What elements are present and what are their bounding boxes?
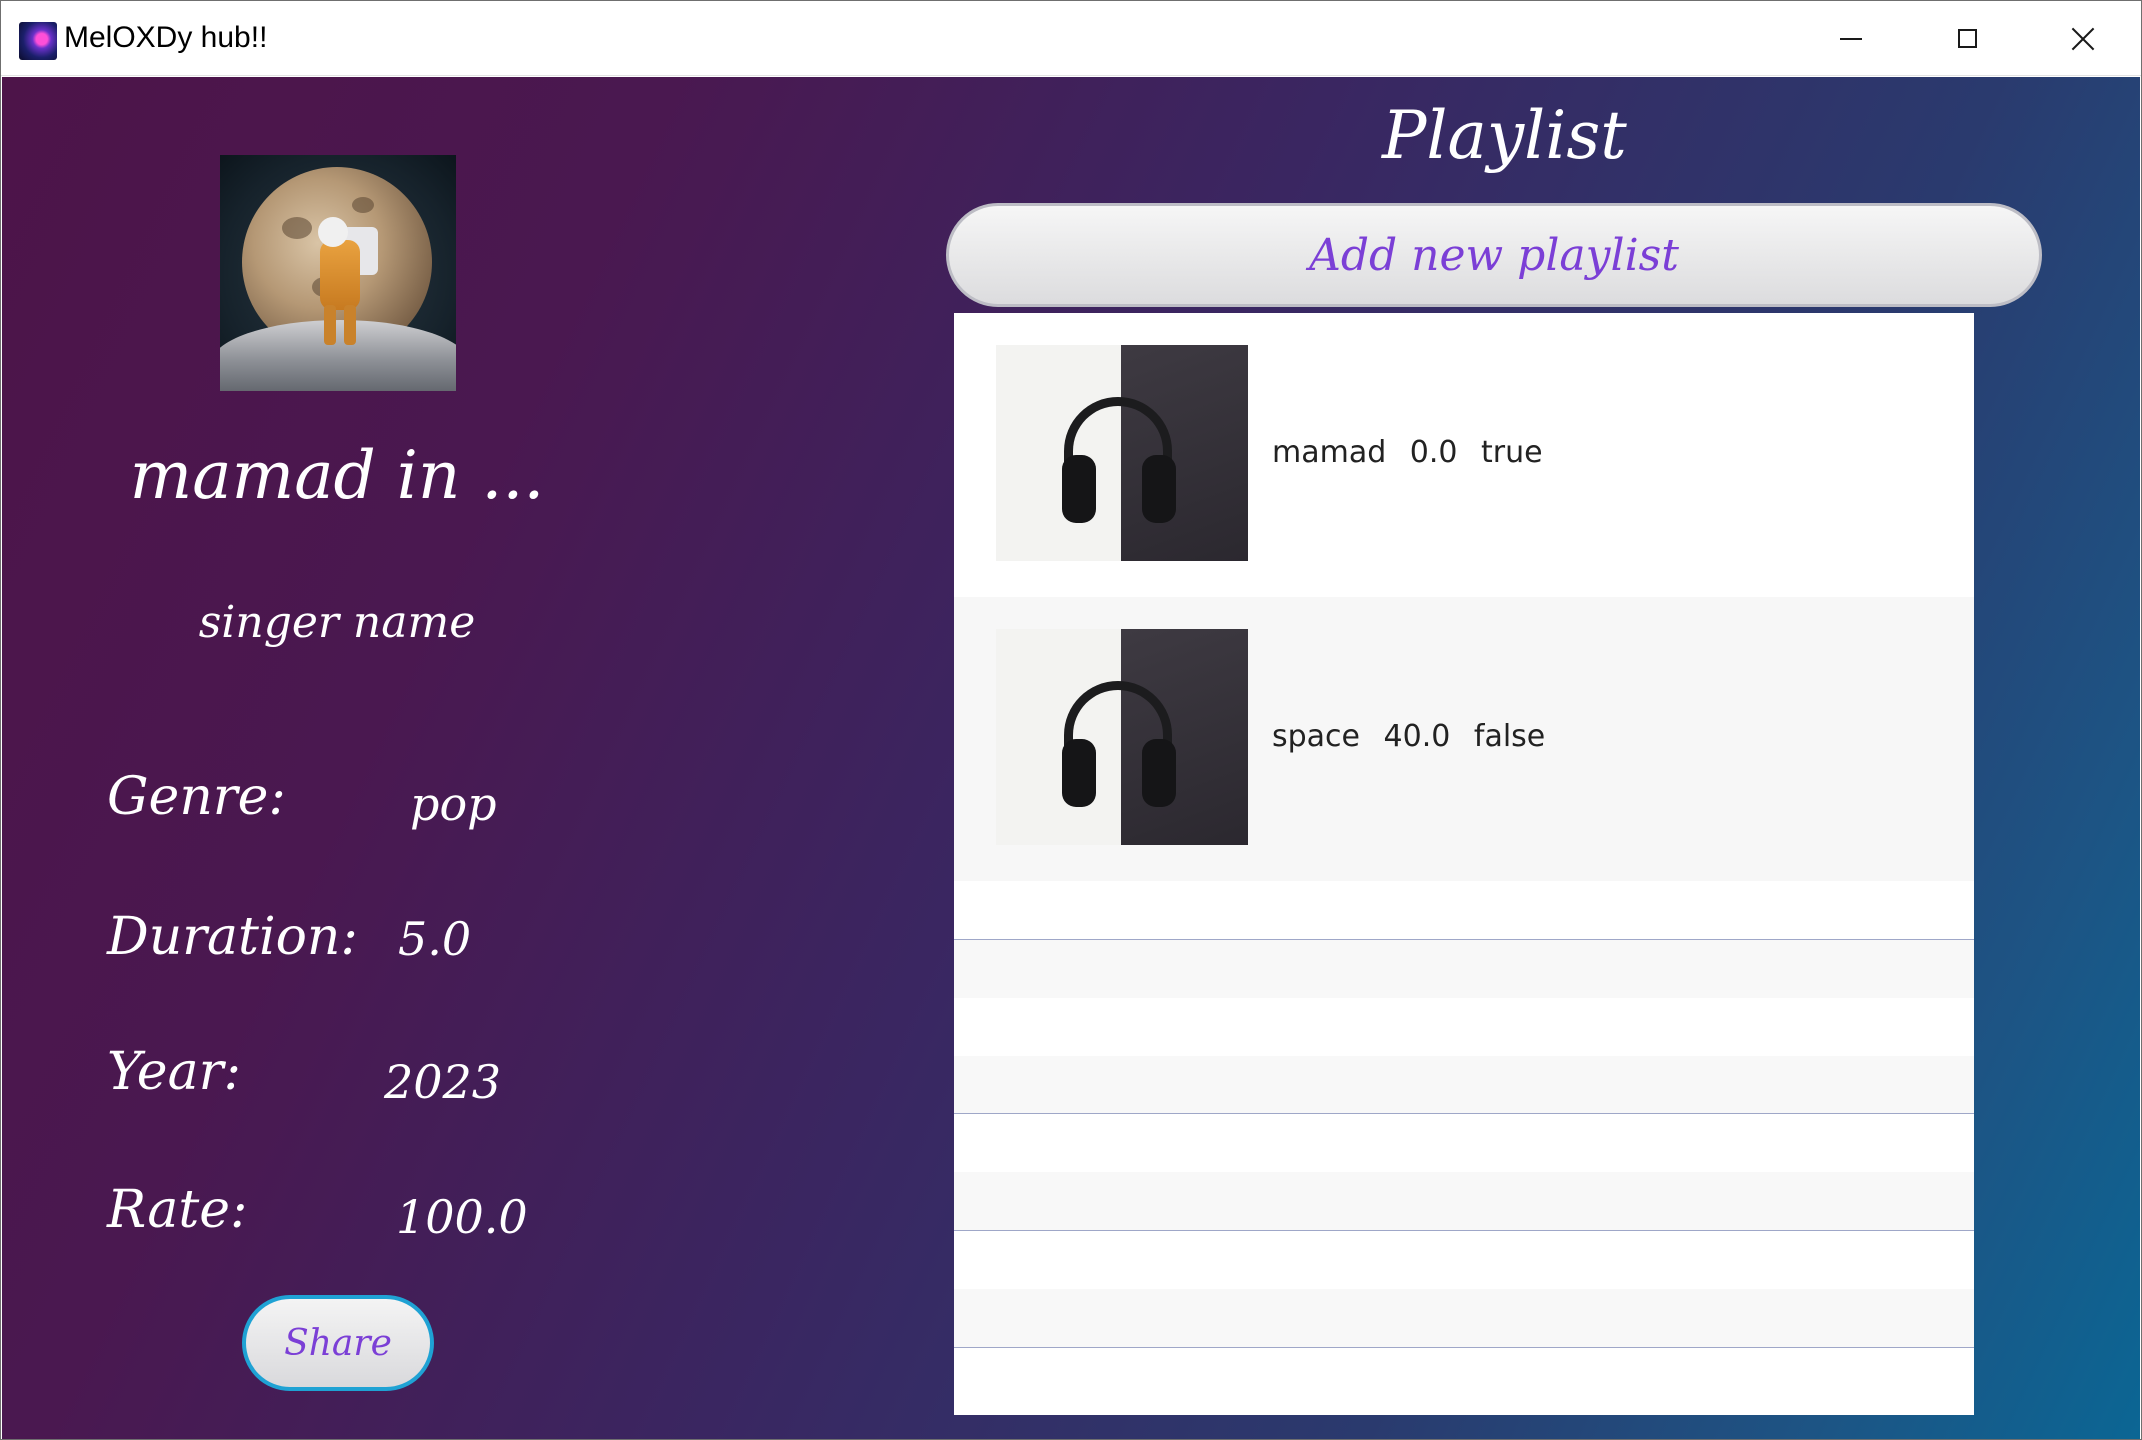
app-logo-icon <box>19 22 57 60</box>
headphone-cup-shape <box>1142 739 1176 807</box>
playlist-item[interactable]: mamad 0.0 true <box>954 313 1974 597</box>
headphone-cup-shape <box>1062 739 1096 807</box>
crater-shape <box>282 217 312 239</box>
rate-label: Rate: <box>107 1180 248 1240</box>
title-bar: MelOXDy hub!! <box>1 1 2141 76</box>
row-separator <box>954 1347 1974 1348</box>
empty-list-row <box>954 1231 1974 1289</box>
minimize-icon <box>1840 37 1862 40</box>
playlist-item[interactable]: space 40.0 false <box>954 597 1974 881</box>
year-label: Year: <box>107 1042 241 1102</box>
singer-name: singer name <box>198 597 476 648</box>
empty-list-row <box>954 940 1974 998</box>
minimize-button[interactable] <box>1793 1 1909 76</box>
empty-list-row <box>954 998 1974 1056</box>
empty-list-row <box>954 1172 1974 1230</box>
astronaut-leg <box>344 305 356 345</box>
playlist-list[interactable]: mamad 0.0 true space 40.0 false <box>954 313 1974 1415</box>
astronaut-leg <box>324 305 336 345</box>
rate-value: 100.0 <box>396 1190 528 1244</box>
song-title: mamad in ... <box>129 437 545 514</box>
astronaut-helmet <box>318 217 348 247</box>
genre-label: Genre: <box>107 767 286 827</box>
song-cover-art <box>220 155 456 391</box>
share-button[interactable]: Share <box>242 1295 434 1391</box>
duration-label: Duration: <box>107 907 358 967</box>
empty-list-row <box>954 1289 1974 1347</box>
playlist-item-text: space 40.0 false <box>1272 719 1546 754</box>
headphone-cup-shape <box>1142 455 1176 523</box>
playlist-item-text: mamad 0.0 true <box>1272 435 1543 470</box>
year-value: 2023 <box>384 1055 502 1109</box>
empty-list-row <box>954 1114 1974 1172</box>
maximize-button[interactable] <box>1909 1 2025 76</box>
crater-shape <box>352 197 374 213</box>
duration-value: 5.0 <box>398 912 472 966</box>
astronaut-body <box>320 240 360 310</box>
headphones-thumbnail <box>996 345 1248 561</box>
maximize-icon <box>1957 29 1977 48</box>
empty-list-row <box>954 1056 1974 1114</box>
genre-value: pop <box>410 777 497 831</box>
empty-list-row <box>954 881 1974 939</box>
window-title: MelOXDy hub!! <box>64 21 268 54</box>
headphones-thumbnail <box>996 629 1248 845</box>
add-playlist-button[interactable]: Add new playlist <box>946 203 2042 307</box>
app-window: MelOXDy hub!! mamad in ... singer name G… <box>0 0 2142 1440</box>
headphone-cup-shape <box>1062 455 1096 523</box>
playlist-heading: Playlist <box>1382 97 1627 174</box>
lunar-ground <box>220 320 456 391</box>
close-button[interactable] <box>2025 1 2141 76</box>
main-content: mamad in ... singer name Genre: pop Dura… <box>2 77 2140 1439</box>
close-icon <box>2072 28 2094 50</box>
